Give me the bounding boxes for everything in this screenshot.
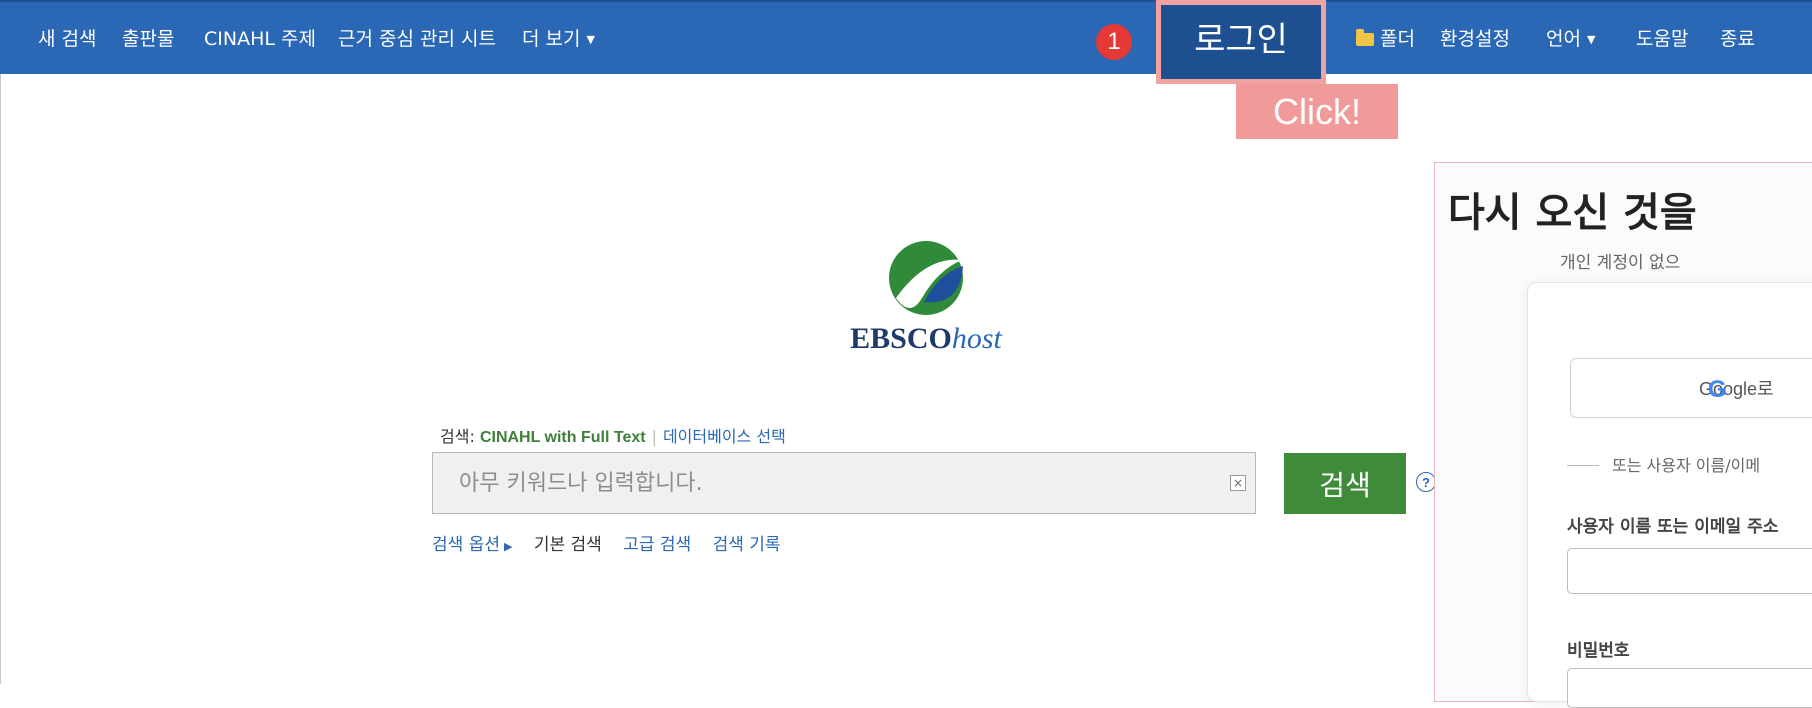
basic-search-link[interactable]: 기본 검색 <box>534 535 602 555</box>
top-navigation-bar: 새 검색 출판물 CINAHL 주제 근거 중심 관리 시트 더 보기 ▼ 폴더 … <box>0 0 1812 74</box>
nav-more-menu[interactable]: 더 보기 ▼ <box>522 24 595 51</box>
google-signin-button[interactable]: Google로 <box>1570 358 1812 418</box>
clear-search-icon[interactable]: × <box>1230 475 1246 491</box>
folder-icon <box>1356 29 1374 46</box>
search-options-row: 검색 옵션 ▶ 기본 검색 고급 검색 검색 기록 <box>432 530 797 555</box>
nav-more-label: 더 보기 <box>522 28 581 50</box>
nav-folder[interactable]: 폴더 <box>1356 24 1415 51</box>
login-button[interactable]: 로그인 <box>1156 0 1326 84</box>
ebsco-swoosh-icon <box>889 241 963 315</box>
search-button[interactable]: 검색 <box>1284 453 1406 514</box>
search-options-link[interactable]: 검색 옵션 ▶ <box>432 535 512 555</box>
nav-publications[interactable]: 출판물 <box>122 24 174 51</box>
ebscohost-logo: EBSCOhost <box>826 236 1026 356</box>
search-input[interactable] <box>432 452 1256 514</box>
nav-folder-label: 폴더 <box>1380 28 1415 50</box>
nav-language-label: 언어 <box>1546 28 1581 50</box>
divider-line <box>1567 465 1599 466</box>
nav-language-menu[interactable]: 언어 ▼ <box>1546 24 1595 51</box>
caret-down-icon: ▼ <box>586 33 595 46</box>
username-label: 사용자 이름 또는 이메일 주소 <box>1567 517 1779 537</box>
password-field[interactable] <box>1567 668 1812 708</box>
password-label: 비밀번호 <box>1567 641 1630 661</box>
ebscohost-wordmark: EBSCOhost <box>826 322 1026 356</box>
triangle-right-icon: ▶ <box>503 540 513 553</box>
search-label-prefix: 검색: <box>440 427 475 446</box>
login-panel-subtitle: 개인 계정이 없으 <box>1560 253 1681 273</box>
google-icon: G <box>1708 376 1727 403</box>
nav-new-search[interactable]: 새 검색 <box>38 24 96 51</box>
advanced-search-link[interactable]: 고급 검색 <box>623 535 691 555</box>
login-divider-text: 또는 사용자 이름/이메 <box>1612 456 1761 475</box>
click-callout: Click! <box>1236 84 1398 139</box>
username-field[interactable] <box>1567 548 1812 594</box>
caret-down-icon: ▼ <box>1586 33 1596 46</box>
search-options-label: 검색 옵션 <box>432 535 500 555</box>
nav-evidence-based-care-sheets[interactable]: 근거 중심 관리 시트 <box>338 24 496 51</box>
nav-exit[interactable]: 종료 <box>1720 24 1755 51</box>
nav-help[interactable]: 도움말 <box>1636 24 1688 51</box>
step-number-badge: 1 <box>1096 24 1132 60</box>
label-separator: | <box>651 427 657 446</box>
logo-brand-italic: host <box>951 322 1002 355</box>
selected-database: CINAHL with Full Text <box>479 429 646 446</box>
logo-brand-bold: EBSCO <box>850 322 952 355</box>
nav-preferences[interactable]: 환경설정 <box>1440 24 1510 51</box>
page-left-border <box>0 74 7 684</box>
login-panel-title: 다시 오신 것을 <box>1448 190 1697 236</box>
choose-databases-link[interactable]: 데이터베이스 선택 <box>663 427 786 446</box>
search-scope-label: 검색: CINAHL with Full Text | 데이터베이스 선택 <box>440 423 786 447</box>
nav-cinahl-subjects[interactable]: CINAHL 주제 <box>204 24 316 51</box>
help-icon[interactable]: ? <box>1416 472 1436 492</box>
search-history-link[interactable]: 검색 기록 <box>713 535 781 555</box>
